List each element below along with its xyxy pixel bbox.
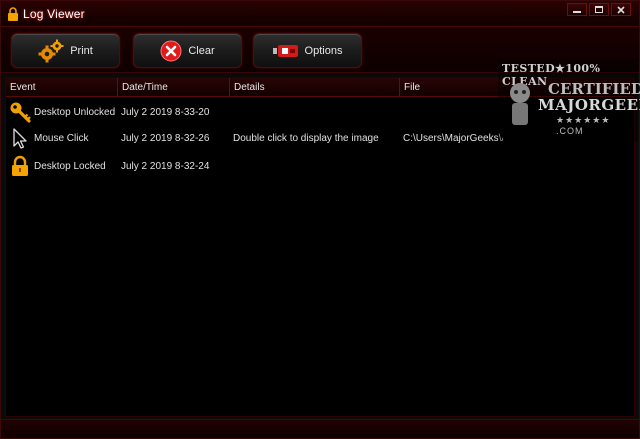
maximize-icon (595, 6, 603, 13)
window-controls (567, 3, 631, 16)
toolbar: Print Clear Options (1, 28, 639, 73)
maximize-button[interactable] (589, 3, 609, 16)
cursor-icon (9, 127, 31, 149)
event-cell: Mouse Click (34, 133, 89, 144)
print-button[interactable]: Print (11, 33, 120, 68)
clear-x-icon (160, 40, 182, 62)
list-header: Event Date/Time Details File (6, 78, 634, 97)
details-cell: Double click to display the image (233, 133, 379, 144)
clear-button[interactable]: Clear (133, 33, 242, 68)
gears-icon (38, 39, 64, 63)
options-switch-icon (272, 44, 299, 58)
datetime-cell: July 2 2019 8-32-24 (121, 161, 210, 172)
minimize-icon (573, 10, 581, 13)
log-viewer-window: Log Viewer Print Clear Options Event Dat… (0, 0, 640, 439)
window-title: Log Viewer (23, 7, 85, 21)
column-header-event[interactable]: Event (6, 78, 118, 97)
column-header-file[interactable]: File (400, 78, 634, 97)
datetime-cell: July 2 2019 8-32-26 (121, 133, 210, 144)
details-cell (233, 152, 399, 181)
column-header-datetime[interactable]: Date/Time (118, 78, 230, 97)
event-cell: Desktop Locked (34, 161, 106, 172)
print-label: Print (70, 44, 93, 57)
options-label: Options (304, 44, 343, 57)
event-cell: Desktop Unlocked (34, 107, 116, 118)
lock-icon (9, 155, 31, 177)
table-row[interactable]: Mouse Click July 2 2019 8-32-26 Double c… (6, 124, 634, 153)
file-cell (403, 98, 503, 127)
title-bar[interactable]: Log Viewer (1, 1, 639, 27)
key-icon (9, 101, 31, 123)
table-row[interactable]: Desktop Unlocked July 2 2019 8-33-20 (6, 98, 634, 127)
minimize-button[interactable] (567, 3, 587, 16)
close-icon (617, 5, 625, 14)
lock-icon (7, 7, 19, 21)
file-cell (403, 152, 503, 181)
file-cell: C:\Users\MajorGeeks\A... (403, 133, 503, 144)
close-button[interactable] (611, 3, 631, 16)
datetime-cell: July 2 2019 8-33-20 (121, 107, 210, 118)
clear-label: Clear (188, 44, 215, 57)
column-header-details[interactable]: Details (230, 78, 400, 97)
status-bar (1, 419, 639, 438)
table-row[interactable]: Desktop Locked July 2 2019 8-32-24 (6, 152, 634, 181)
options-button[interactable]: Options (253, 33, 362, 68)
details-cell (233, 98, 399, 127)
event-list[interactable]: Event Date/Time Details File Desktop Unl… (5, 77, 635, 417)
